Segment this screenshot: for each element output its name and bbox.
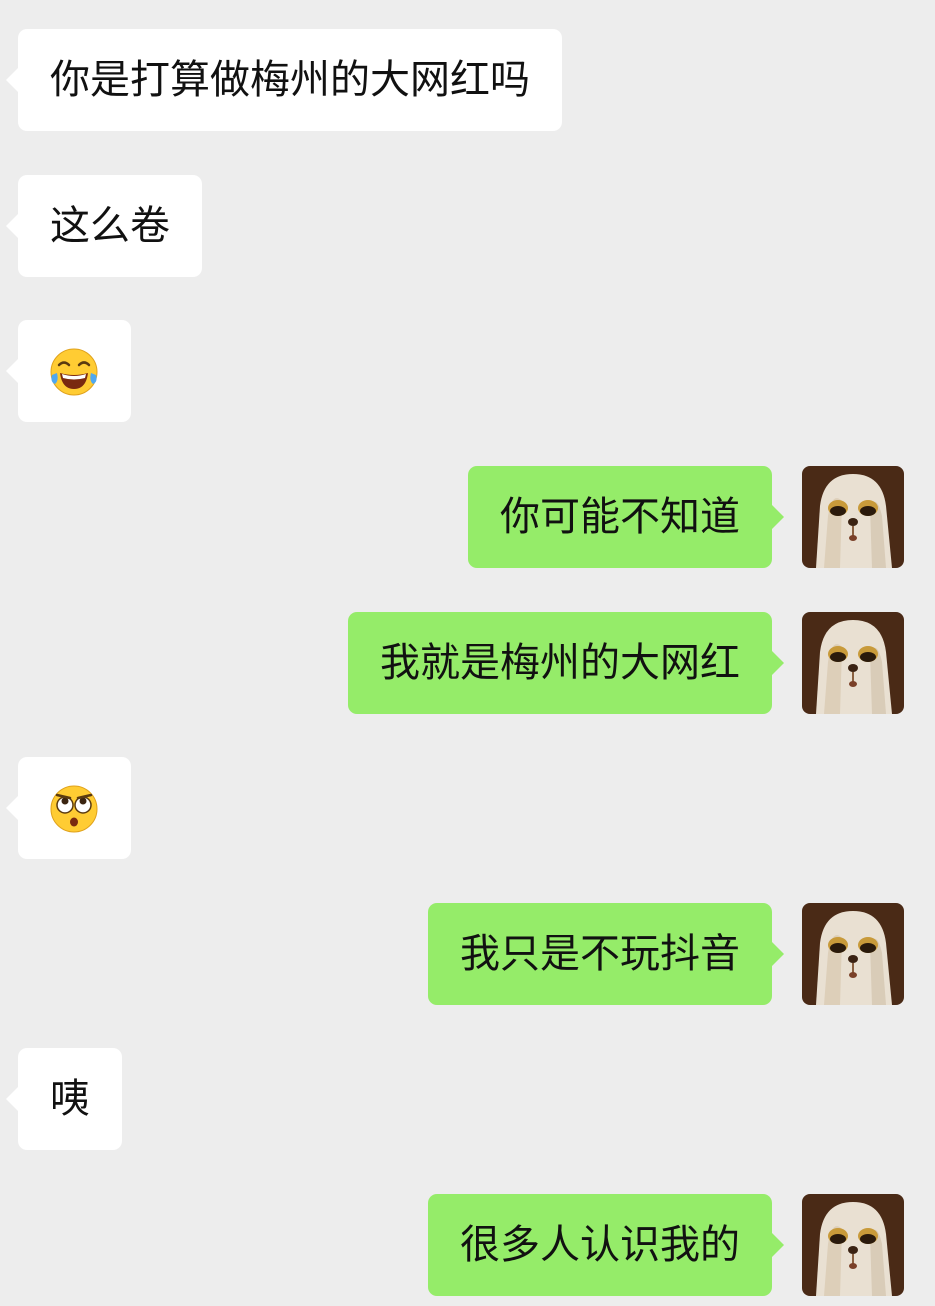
message-text: 很多人认识我的 xyxy=(460,1222,740,1268)
incoming-message-bubble[interactable]: 咦 xyxy=(6,1048,122,1150)
ghost-dog-avatar-image xyxy=(802,1194,904,1296)
outgoing-message-bubble[interactable]: 你可能不知道 xyxy=(468,466,784,568)
ghost-dog-avatar-image xyxy=(802,903,904,1005)
tears-of-joy-emoji-icon xyxy=(50,348,98,396)
ghost-dog-avatar[interactable] xyxy=(802,612,904,714)
ghost-dog-avatar[interactable] xyxy=(802,466,904,568)
ghost-dog-avatar-image xyxy=(802,612,904,714)
rolling-eyes-emoji-icon xyxy=(50,785,98,833)
ghost-dog-avatar[interactable] xyxy=(802,1194,904,1296)
incoming-message-bubble[interactable]: 这么卷 xyxy=(6,175,202,277)
message-text: 这么卷 xyxy=(50,203,170,249)
incoming-message-bubble[interactable]: 你是打算做梅州的大网红吗 xyxy=(6,29,562,131)
outgoing-message-bubble[interactable]: 很多人认识我的 xyxy=(428,1194,784,1296)
incoming-emoji-bubble[interactable] xyxy=(6,320,131,422)
ghost-dog-avatar[interactable] xyxy=(802,903,904,1005)
message-text: 我只是不玩抖音 xyxy=(460,931,740,977)
message-text: 你可能不知道 xyxy=(500,494,740,540)
ghost-dog-avatar-image xyxy=(802,466,904,568)
incoming-emoji-bubble[interactable] xyxy=(6,757,131,859)
outgoing-message-bubble[interactable]: 我就是梅州的大网红 xyxy=(348,612,784,714)
message-text: 咦 xyxy=(50,1076,90,1122)
outgoing-message-bubble[interactable]: 我只是不玩抖音 xyxy=(428,903,784,1005)
chat-message-list[interactable]: 你是打算做梅州的大网红吗 这么卷 你可能不知道 我就是梅州的大网红 我只是不玩抖… xyxy=(0,0,935,1306)
message-text: 我就是梅州的大网红 xyxy=(380,640,740,686)
message-text: 你是打算做梅州的大网红吗 xyxy=(50,57,530,103)
